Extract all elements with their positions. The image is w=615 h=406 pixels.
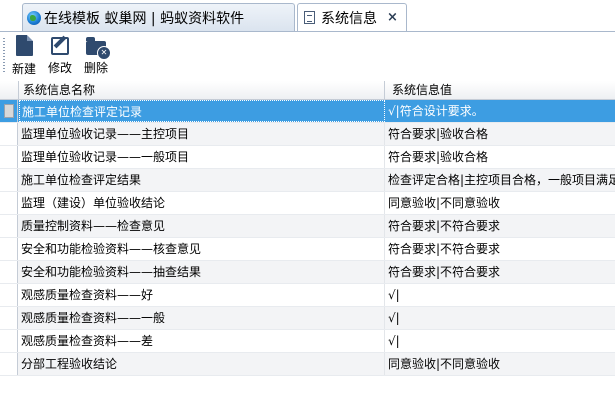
table-row[interactable]: 观感质量检查资料——好 √| [0,284,615,307]
table-row[interactable]: 施工单位检查评定结果 检查评定合格|主控项目合格，一般项目满足 [0,169,615,192]
cell-info-value[interactable]: √|符合设计要求。 [386,100,615,122]
table-row[interactable]: 安全和功能检验资料——核查意见 符合要求|不符合要求 [0,238,615,261]
cell-info-value[interactable]: 符合要求|不符合要求 [386,215,615,237]
cell-info-value[interactable]: √| [386,307,615,329]
tab-label: 在线模板 蚁巢网 | 蚂蚁资料软件 [44,10,245,27]
edit-icon [51,37,69,55]
document-icon [304,11,315,24]
edit-button[interactable]: 修改 [47,35,73,79]
globe-icon [27,10,41,25]
row-indicator[interactable] [0,238,18,260]
cell-info-name[interactable]: 安全和功能检验资料——核查意见 [19,238,385,260]
table-row[interactable]: 观感质量检查资料——差 √| [0,330,615,353]
cell-info-value[interactable]: 同意验收|不同意验收 [386,192,615,214]
cell-info-name[interactable]: 分部工程验收结论 [19,353,385,375]
row-indicator[interactable] [0,284,18,306]
row-indicator[interactable] [0,123,18,145]
table-row[interactable]: 监理（建设）单位验收结论 同意验收|不同意验收 [0,192,615,215]
cell-info-value[interactable]: √| [386,284,615,306]
table-row[interactable]: 分部工程验收结论 同意验收|不同意验收 [0,353,615,376]
row-indicator[interactable] [0,215,18,237]
current-row-indicator[interactable] [0,100,18,122]
edit-button-label: 修改 [47,61,72,75]
cell-info-name[interactable]: 质量控制资料——检查意见 [19,215,385,237]
row-indicator[interactable] [0,261,18,283]
tab-system-info[interactable]: 系统信息 × [297,3,407,31]
grid-header: 系统信息名称 系统信息值 [0,81,615,100]
toolbar-grip[interactable] [3,38,5,72]
cell-info-value[interactable]: 符合要求|不符合要求 [386,261,615,283]
cell-info-value[interactable]: 符合要求|验收合格 [386,123,615,145]
column-header-name[interactable]: 系统信息名称 [19,81,385,99]
table-row[interactable]: 施工单位检查评定记录 √|符合设计要求。 [0,100,615,123]
toolbar: 新建 修改 删除 [0,32,615,113]
table-row[interactable]: 观感质量检查资料——一般 √| [0,307,615,330]
table-row[interactable]: 安全和功能检验资料——抽查结果 符合要求|不符合要求 [0,261,615,284]
cell-info-value[interactable]: 符合要求|验收合格 [386,146,615,168]
row-indicator[interactable] [0,307,18,329]
header-indicator-cell [0,81,19,99]
column-header-value[interactable]: 系统信息值 [386,81,615,99]
new-button[interactable]: 新建 [11,35,37,79]
row-indicator[interactable] [0,192,18,214]
cell-info-name[interactable]: 观感质量检查资料——一般 [19,307,385,329]
new-button-label: 新建 [11,62,36,76]
row-indicator[interactable] [0,169,18,191]
tab-label: 系统信息 [321,10,377,27]
table-row[interactable]: 监理单位验收记录——一般项目 符合要求|验收合格 [0,146,615,169]
delete-button[interactable]: 删除 [83,35,111,79]
table-row[interactable]: 质量控制资料——检查意见 符合要求|不符合要求 [0,215,615,238]
cell-info-name[interactable]: 安全和功能检验资料——抽查结果 [19,261,385,283]
row-indicator[interactable] [0,330,18,352]
tab-bar: 在线模板 蚁巢网 | 蚂蚁资料软件 系统信息 × [0,0,615,32]
delete-icon [86,37,111,60]
close-icon[interactable]: × [387,10,398,25]
cell-info-value[interactable]: 同意验收|不同意验收 [386,353,615,375]
delete-button-label: 删除 [83,61,108,75]
cell-info-name[interactable]: 施工单位检查评定记录 [19,100,385,122]
tab-online-templates[interactable]: 在线模板 蚁巢网 | 蚂蚁资料软件 [22,3,295,31]
table-row[interactable]: 监理单位验收记录——主控项目 符合要求|验收合格 [0,123,615,146]
cell-info-name[interactable]: 观感质量检查资料——好 [19,284,385,306]
cell-info-name[interactable]: 观感质量检查资料——差 [19,330,385,352]
grid-rows: 施工单位检查评定记录 √|符合设计要求。 监理单位验收记录——主控项目 符合要求|验收… [0,100,615,376]
cell-info-name[interactable]: 监理单位验收记录——一般项目 [19,146,385,168]
cell-info-name[interactable]: 施工单位检查评定结果 [19,169,385,191]
system-info-grid: 系统信息名称 系统信息值 施工单位检查评定记录 √|符合设计要求。 监理单位验收记录… [0,81,615,406]
row-indicator[interactable] [0,146,18,168]
cell-info-name[interactable]: 监理（建设）单位验收结论 [19,192,385,214]
cell-info-value[interactable]: 符合要求|不符合要求 [386,238,615,260]
cell-info-value[interactable]: 检查评定合格|主控项目合格，一般项目满足 [386,169,615,191]
cell-info-value[interactable]: √| [386,330,615,352]
new-document-icon [15,35,33,56]
row-indicator[interactable] [0,353,18,375]
cell-info-name[interactable]: 监理单位验收记录——主控项目 [19,123,385,145]
